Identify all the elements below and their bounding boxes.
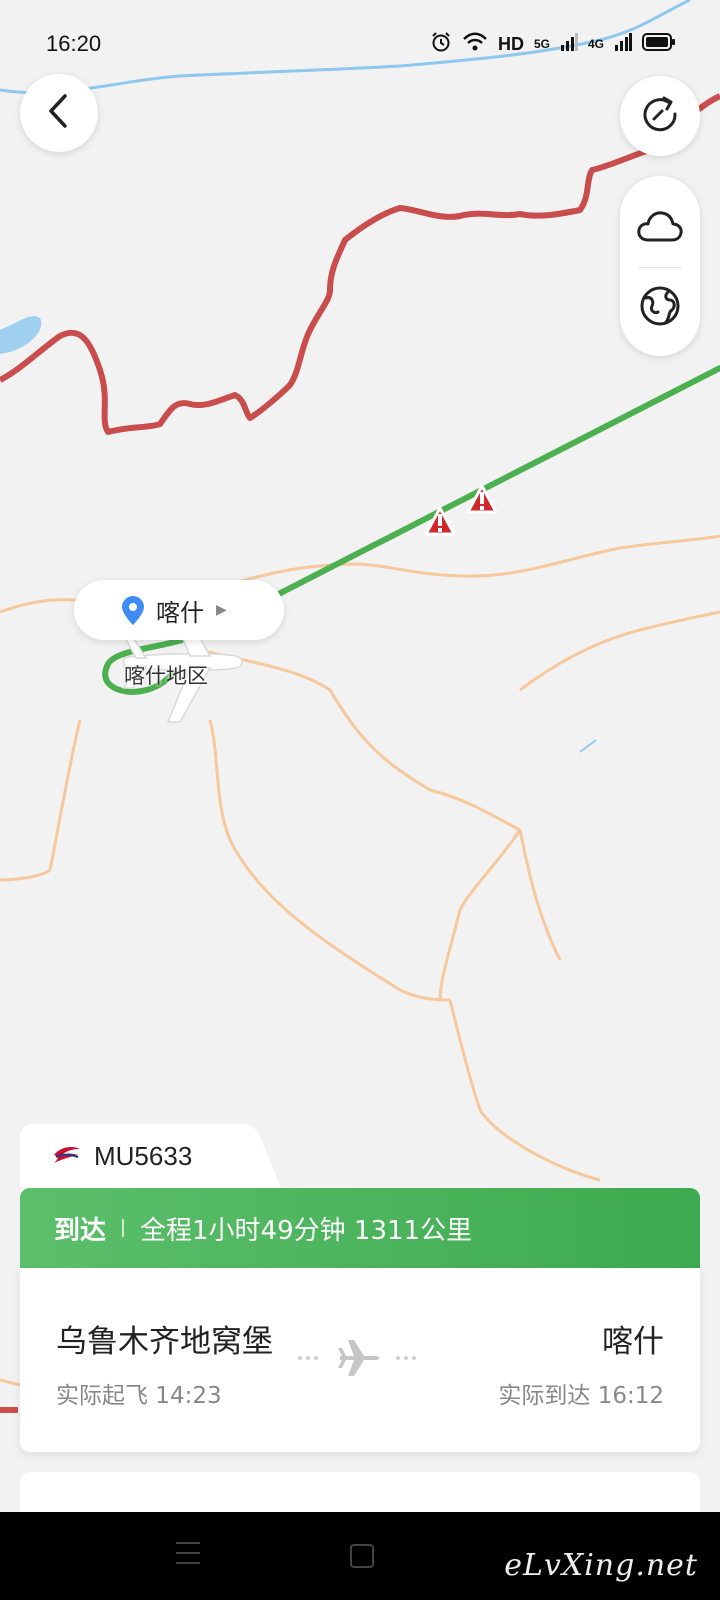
signal-icon (560, 32, 578, 56)
map-tools-panel (620, 176, 700, 356)
country-border (0, 93, 720, 435)
network-label: HD (497, 33, 524, 54)
weather-button[interactable] (620, 188, 700, 268)
status-time: 16:20 (46, 31, 102, 56)
battery-icon (642, 32, 676, 56)
globe-icon (638, 284, 682, 332)
road (208, 719, 451, 1002)
refresh-icon (638, 92, 682, 140)
map-place-label: 喀什地区 (124, 664, 208, 688)
flight-status: 到达 (54, 1215, 107, 1246)
status-bar: 16:20 HD 5G 4G (0, 0, 720, 88)
wifi-icon (462, 32, 488, 57)
road (199, 648, 521, 832)
next-card-peek[interactable] (20, 1472, 700, 1512)
warning-marker-icon[interactable] (466, 484, 498, 514)
sim2-label: 4G (587, 37, 604, 51)
road (518, 829, 562, 961)
road (0, 1378, 21, 1387)
signal-icon (614, 32, 632, 56)
flight-number: MU5633 (94, 1140, 193, 1171)
watermark: eLvXing.net (504, 1548, 698, 1583)
arrival-time: 实际到达 16:12 (498, 1383, 664, 1409)
location-pin-icon (120, 596, 146, 632)
departure-city: 乌鲁木齐地窝堡 (56, 1324, 273, 1360)
departure-time: 实际起飞 14:23 (56, 1383, 222, 1409)
flight-number-tab[interactable]: MU5633 (20, 1124, 246, 1188)
status-icons: HD 5G 4G (430, 31, 676, 58)
river-small (579, 739, 597, 753)
warning-marker-icon[interactable] (424, 506, 456, 536)
globe-button[interactable] (620, 268, 700, 348)
road (448, 999, 601, 1182)
alarm-icon (430, 31, 452, 58)
sim1-label: 5G (533, 37, 550, 51)
road (438, 829, 522, 1001)
lake (0, 316, 42, 354)
menu-icon[interactable] (176, 1542, 200, 1572)
road (0, 719, 82, 882)
home-icon[interactable] (350, 1544, 374, 1568)
back-button[interactable] (20, 74, 98, 152)
route-card[interactable]: 乌鲁木齐地窝堡 实际起飞 14:23 喀什 实际到达 16:12 (20, 1268, 700, 1452)
location-label: 喀什 (156, 598, 204, 627)
route-plane-icon (294, 1338, 424, 1382)
cloud-icon (636, 208, 684, 248)
status-separator (122, 1219, 125, 1237)
flight-summary: 全程1小时49分钟 1311公里 (140, 1215, 473, 1246)
road (519, 610, 720, 692)
airline-logo-icon (52, 1143, 82, 1169)
refresh-button[interactable] (620, 76, 700, 156)
arrival-city: 喀什 (602, 1324, 664, 1360)
back-arrow-icon (45, 93, 73, 133)
flight-status-strip: 到达 全程1小时49分钟 1311公里 (20, 1188, 700, 1268)
location-chip[interactable]: 喀什 ▶ (74, 580, 284, 640)
chevron-right-icon: ▶ (216, 602, 227, 618)
